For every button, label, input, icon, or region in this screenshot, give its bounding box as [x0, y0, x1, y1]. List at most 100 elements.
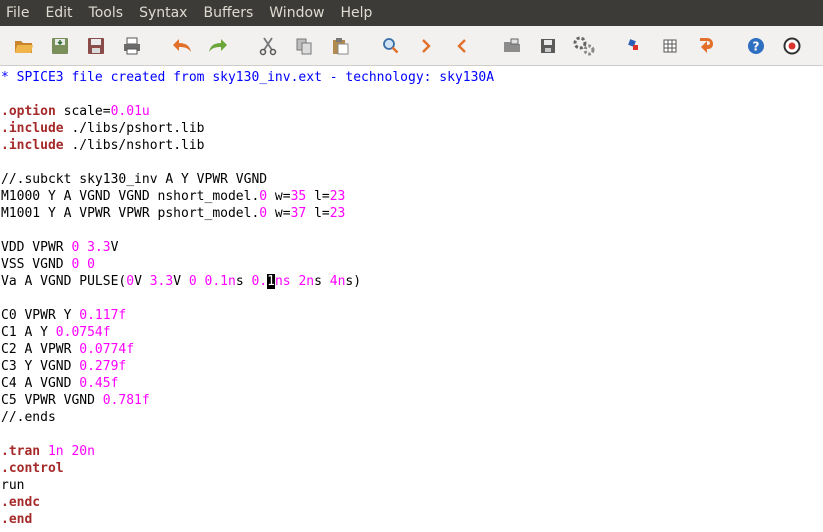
- menu-buffers[interactable]: Buffers: [195, 0, 261, 26]
- save-session-icon[interactable]: [534, 32, 562, 60]
- help-icon[interactable]: ?: [742, 32, 770, 60]
- code-token: C1 A Y: [1, 325, 56, 340]
- editor-line: M1000 Y A VGND VGND nshort_model.0 w=35 …: [0, 188, 823, 205]
- code-token: ./libs/nshort.lib: [63, 138, 205, 153]
- code-token: ./libs/pshort.lib: [63, 121, 205, 136]
- code-token: //.ends: [1, 410, 56, 425]
- editor-line: //.subckt sky130_inv A Y VPWR VGND: [0, 171, 823, 188]
- editor-line: .end: [0, 511, 823, 528]
- load-session-icon[interactable]: [498, 32, 526, 60]
- ctags-jump-icon[interactable]: [692, 32, 720, 60]
- paste-icon[interactable]: [326, 32, 354, 60]
- make-icon[interactable]: [620, 32, 648, 60]
- editor-line: //.ends: [0, 409, 823, 426]
- menu-help[interactable]: Help: [332, 0, 380, 26]
- editor-text-area[interactable]: * SPICE3 file created from sky130_inv.ex…: [0, 66, 823, 532]
- save-icon[interactable]: [46, 32, 74, 60]
- editor-line: run: [0, 477, 823, 494]
- code-token: 0: [87, 257, 95, 272]
- editor-line: C0 VPWR Y 0.117f: [0, 307, 823, 324]
- menu-syntax[interactable]: Syntax: [131, 0, 195, 26]
- code-token: 3.3: [149, 274, 174, 289]
- code-token: .endc: [1, 495, 41, 510]
- editor-line: C5 VPWR VGND 0.781f: [0, 392, 823, 409]
- editor-line: VSS VGND 0 0: [0, 256, 823, 273]
- code-token: 0: [126, 274, 135, 289]
- code-token: Va A VGND PULSE(: [1, 274, 127, 289]
- code-token: .include: [1, 121, 64, 136]
- code-token: 23: [329, 189, 346, 204]
- editor-line: C4 A VGND 0.45f: [0, 375, 823, 392]
- editor-line: M1001 Y A VPWR VPWR pshort_model.0 w=37 …: [0, 205, 823, 222]
- code-token: 0.781f: [102, 393, 150, 408]
- code-token: 1n: [47, 444, 64, 459]
- code-token: V: [173, 274, 189, 289]
- code-token: VSS VGND: [1, 257, 72, 272]
- code-token: 0.45f: [79, 376, 119, 391]
- code-token: C5 VPWR VGND: [1, 393, 103, 408]
- print-icon[interactable]: [118, 32, 146, 60]
- code-token: C2 A VPWR: [1, 342, 80, 357]
- code-token: .tran: [1, 444, 41, 459]
- undo-icon[interactable]: [168, 32, 196, 60]
- editor-line: .tran 1n 20n: [0, 443, 823, 460]
- code-token: VDD VPWR: [1, 240, 72, 255]
- code-token: V: [134, 274, 150, 289]
- code-token: s: [314, 274, 330, 289]
- code-token: M1001 Y A VPWR VPWR pshort_model.: [1, 206, 260, 221]
- code-token: 0.01u: [110, 104, 150, 119]
- editor-line: C2 A VPWR 0.0774f: [0, 341, 823, 358]
- menu-edit[interactable]: Edit: [37, 0, 80, 26]
- code-token: //.subckt sky130_inv A Y VPWR VGND: [1, 172, 268, 187]
- cut-icon[interactable]: [254, 32, 282, 60]
- code-token: M1000 Y A VGND VGND nshort_model.: [1, 189, 260, 204]
- editor-line: .include ./libs/pshort.lib: [0, 120, 823, 137]
- editor-line: VDD VPWR 0 3.3V: [0, 239, 823, 256]
- text-cursor: 1: [267, 274, 275, 289]
- find-replace-icon[interactable]: [376, 32, 404, 60]
- code-token: run: [1, 478, 25, 493]
- find-previous-icon[interactable]: [448, 32, 476, 60]
- code-token: 37: [290, 206, 307, 221]
- open-file-icon[interactable]: [10, 32, 38, 60]
- find-next-icon[interactable]: [412, 32, 440, 60]
- menu-file[interactable]: File: [0, 0, 37, 26]
- code-token: 4n: [329, 274, 346, 289]
- code-token: 20n: [71, 444, 95, 459]
- code-token: 0.: [251, 274, 268, 289]
- editor-line: .include ./libs/nshort.lib: [0, 137, 823, 154]
- code-token: 0.117f: [79, 308, 127, 323]
- code-token: 0: [188, 274, 197, 289]
- copy-icon[interactable]: [290, 32, 318, 60]
- svg-text:?: ?: [753, 39, 760, 53]
- redo-icon[interactable]: [204, 32, 232, 60]
- shell-icon[interactable]: [656, 32, 684, 60]
- code-token: V: [110, 240, 119, 255]
- menu-tools[interactable]: Tools: [81, 0, 132, 26]
- code-token: s: [235, 274, 252, 289]
- code-token: 0: [259, 189, 268, 204]
- menubar: File Edit Tools Syntax Buffers Window Help: [0, 0, 823, 26]
- code-token: .include: [1, 138, 64, 153]
- editor-line: C3 Y VGND 0.279f: [0, 358, 823, 375]
- code-token: 0.1n: [204, 274, 236, 289]
- run-script-icon[interactable]: [570, 32, 598, 60]
- save-all-icon[interactable]: [82, 32, 110, 60]
- code-token: .option: [1, 104, 56, 119]
- code-token: 2n: [298, 274, 315, 289]
- code-token: s): [345, 274, 362, 289]
- code-token: C4 A VGND: [1, 376, 80, 391]
- menu-window[interactable]: Window: [261, 0, 332, 26]
- editor-line: Va A VGND PULSE(0V 3.3V 0 0.1ns 0.1ns 2n…: [0, 273, 823, 290]
- code-token: 35: [290, 189, 307, 204]
- editor-line: .option scale=0.01u: [0, 103, 823, 120]
- find-help-icon[interactable]: [778, 32, 806, 60]
- code-token: l=: [306, 206, 330, 221]
- code-token: ns: [274, 274, 299, 289]
